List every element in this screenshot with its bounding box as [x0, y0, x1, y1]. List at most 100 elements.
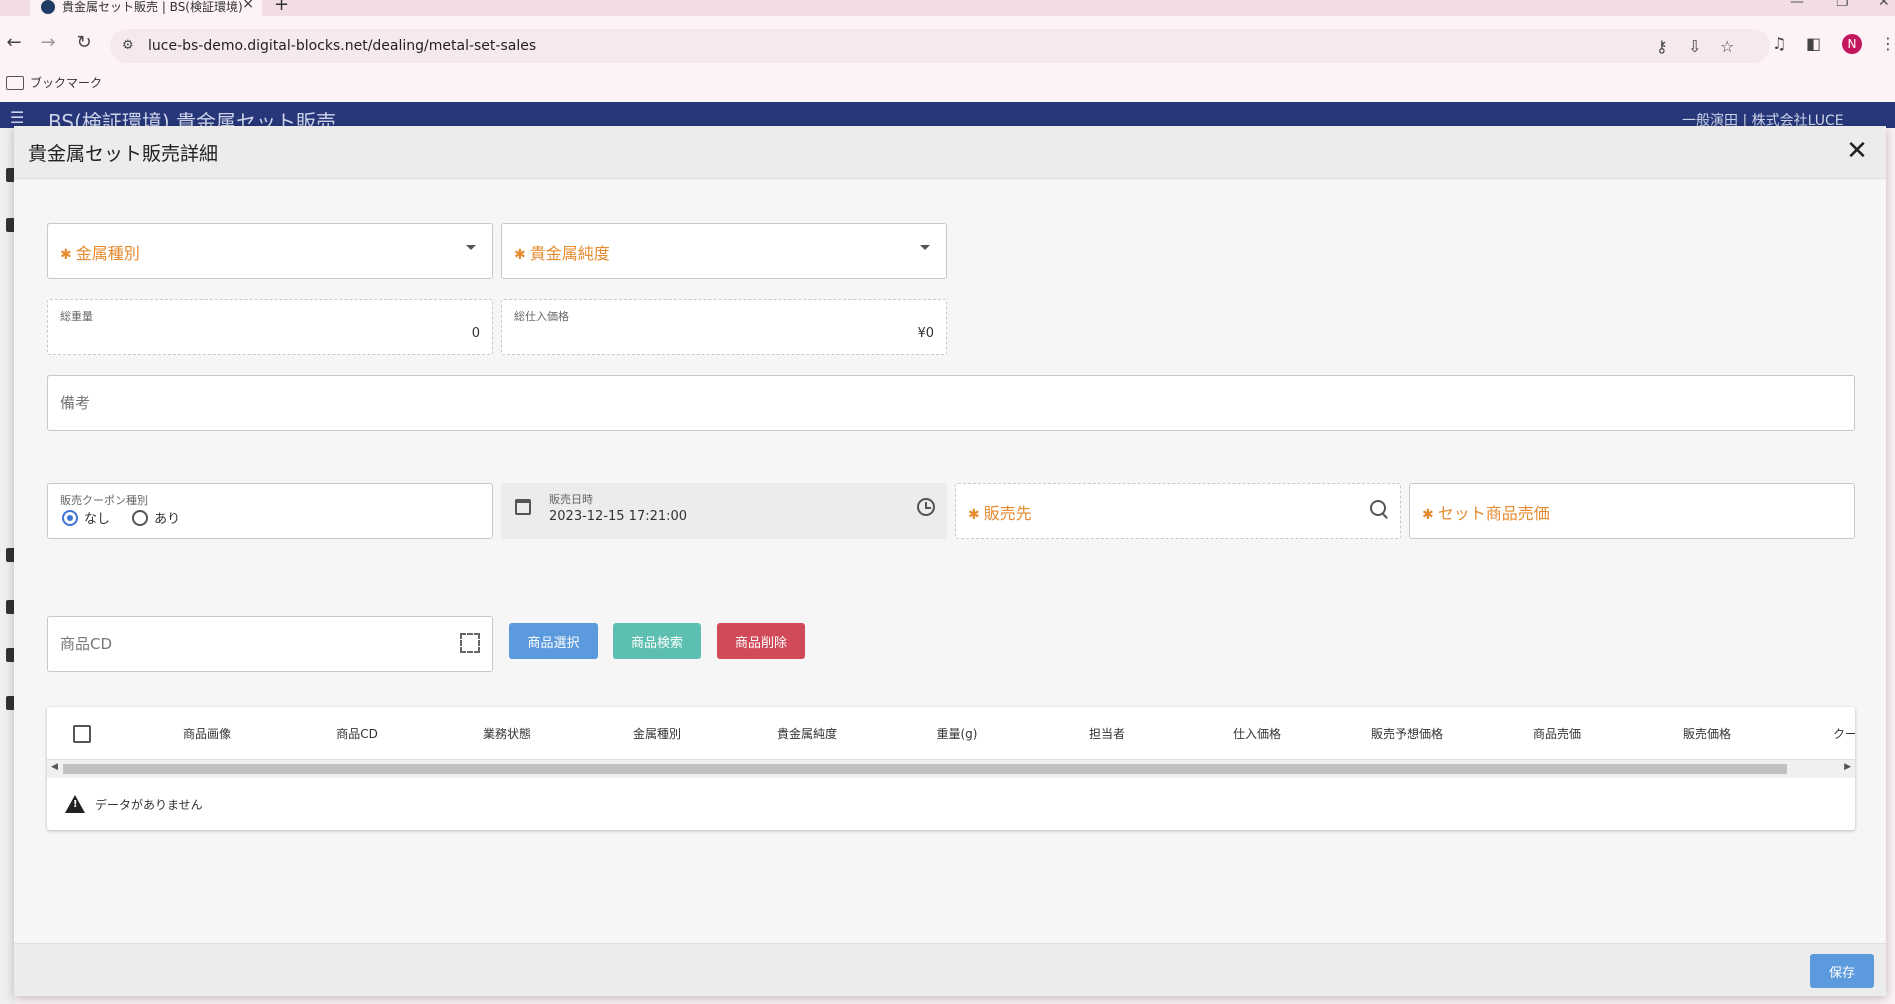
column-header[interactable]: 仕入価格 [1182, 725, 1332, 742]
notes-field[interactable]: 備考 [47, 375, 1855, 431]
horizontal-scrollbar[interactable]: ◀ ▶ [47, 760, 1855, 778]
notes-placeholder: 備考 [60, 394, 91, 412]
bookmarks-bar: ブックマーク [0, 72, 1895, 102]
customer-label: ✱ 販売先 [968, 500, 1032, 524]
close-icon[interactable]: ✕ [1842, 136, 1872, 166]
required-icon: ✱ [60, 247, 72, 263]
browser-toolbar: ← → ↻ ⚙ luce-bs-demo.digital-blocks.net/… [0, 16, 1895, 72]
metal-type-label-text: 金属種別 [75, 244, 140, 263]
scroll-left-icon[interactable]: ◀ [51, 762, 58, 772]
total-weight-field: 総重量 0 [47, 299, 493, 355]
set-price-label: ✱ セット商品売価 [1422, 500, 1550, 524]
coupon-none-radio[interactable] [62, 509, 78, 526]
maximize-icon[interactable]: ❐ [1836, 0, 1849, 10]
required-icon: ✱ [968, 507, 980, 523]
metal-type-label: ✱ 金属種別 [60, 240, 140, 264]
password-key-icon[interactable]: ⚷ [1656, 37, 1668, 56]
tab-title: 貴金属セット販売 | BS(検証環境) [62, 0, 243, 14]
coupon-yes-label[interactable]: あり [154, 512, 180, 527]
coupon-type-label: 販売クーポン種別 [60, 494, 148, 507]
site-favicon-icon [41, 0, 55, 14]
metal-purity-label: ✱ 貴金属純度 [514, 240, 610, 264]
hamburger-menu-icon[interactable]: ☰ [10, 108, 24, 127]
column-header[interactable]: 貴金属純度 [732, 725, 882, 742]
scroll-right-icon[interactable]: ▶ [1844, 762, 1851, 772]
set-price-label-text: セット商品売価 [1437, 504, 1550, 523]
select-product-button[interactable]: 商品選択 [509, 623, 598, 659]
total-weight-value: 0 [471, 326, 480, 341]
profile-avatar[interactable]: N [1842, 34, 1862, 54]
metal-set-sales-detail-dialog: 貴金属セット販売詳細 ✕ ✱ 金属種別 ✱ 貴金属純度 総重量 0 総仕入価格 ¥0… [14, 126, 1886, 996]
metal-type-select[interactable]: ✱ 金属種別 [47, 223, 493, 279]
site-settings-icon[interactable]: ⚙ [122, 38, 134, 53]
install-app-icon[interactable]: ⇩ [1688, 37, 1701, 56]
app-sidebar [0, 128, 16, 1004]
total-weight-label: 総重量 [60, 310, 93, 323]
save-button[interactable]: 保存 [1810, 954, 1874, 988]
folder-icon [6, 76, 24, 90]
column-header[interactable]: 業務状態 [432, 725, 582, 742]
media-controls-icon[interactable]: ♫ [1772, 34, 1786, 53]
column-header[interactable]: 重量(g) [882, 725, 1032, 742]
customer-field[interactable]: ✱ 販売先 [955, 483, 1401, 539]
required-icon: ✱ [1422, 507, 1434, 523]
window-close-icon[interactable]: ✕ [1878, 0, 1890, 10]
select-all-checkbox[interactable] [73, 725, 91, 743]
browser-tabstrip: 貴金属セット販売 | BS(検証環境) × + — ❐ ✕ [0, 0, 1895, 16]
minimize-icon[interactable]: — [1790, 0, 1804, 10]
metal-purity-label-text: 貴金属純度 [529, 244, 610, 263]
required-icon: ✱ [514, 247, 526, 263]
search-icon[interactable] [1370, 500, 1386, 516]
empty-state-message: データがありません [95, 798, 203, 812]
tab-close-icon[interactable]: × [242, 0, 254, 12]
column-header[interactable]: 販売価格 [1632, 725, 1782, 742]
forward-icon[interactable]: → [36, 32, 60, 53]
empty-state-row: データがありません [47, 779, 1855, 829]
sale-datetime-field: 販売日時 2023-12-15 17:21:00 [501, 483, 947, 539]
bookmark-star-icon[interactable]: ☆ [1720, 37, 1734, 56]
bookmark-folder-label[interactable]: ブックマーク [30, 74, 102, 91]
calendar-icon [515, 499, 531, 515]
set-price-field[interactable]: ✱ セット商品売価 [1409, 483, 1855, 539]
reload-icon[interactable]: ↻ [72, 32, 96, 53]
column-header[interactable]: 担当者 [1032, 725, 1182, 742]
coupon-yes-radio[interactable] [132, 509, 149, 526]
back-icon[interactable]: ← [2, 32, 26, 53]
coupon-none-label[interactable]: なし [84, 512, 110, 527]
sale-datetime-value: 2023-12-15 17:21:00 [549, 509, 688, 524]
delete-product-button[interactable]: 商品削除 [717, 623, 805, 659]
dialog-title: 貴金属セット販売詳細 [28, 143, 219, 165]
qr-scan-icon[interactable] [460, 633, 480, 653]
clock-icon [917, 498, 935, 516]
column-header[interactable]: 金属種別 [582, 725, 732, 742]
scrollbar-thumb[interactable] [63, 764, 1787, 774]
address-bar[interactable]: ⚙ luce-bs-demo.digital-blocks.net/dealin… [110, 29, 1770, 63]
column-header[interactable]: 販売予想価格 [1332, 725, 1482, 742]
total-purchase-price-label: 総仕入価格 [514, 310, 569, 323]
search-product-button[interactable]: 商品検索 [613, 623, 701, 659]
sale-datetime-label: 販売日時 [549, 493, 593, 506]
column-header[interactable]: 商品CD [282, 725, 432, 742]
dropdown-arrow-icon[interactable] [920, 245, 930, 250]
dropdown-arrow-icon[interactable] [466, 245, 476, 250]
warning-icon [65, 795, 85, 813]
product-cd-input[interactable]: 商品CD [47, 616, 493, 672]
column-header[interactable]: 商品画像 [132, 725, 282, 742]
column-header[interactable]: 商品売価 [1482, 725, 1632, 742]
browser-menu-icon[interactable]: ⋮ [1880, 34, 1895, 53]
new-tab-icon[interactable]: + [274, 0, 289, 15]
coupon-type-options: なし あり [62, 508, 198, 527]
coupon-type-group: 販売クーポン種別 なし あり [47, 483, 493, 539]
dialog-header: 貴金属セット販売詳細 ✕ [14, 126, 1886, 179]
app-title: BS(検証環境) 貴金属セット販売 [48, 110, 337, 128]
browser-tab[interactable]: 貴金属セット販売 | BS(検証環境) × [30, 0, 262, 16]
app-header: ☰ BS(検証環境) 貴金属セット販売 一般演田 | 株式会社LUCE [0, 102, 1895, 128]
metal-purity-select[interactable]: ✱ 貴金属純度 [501, 223, 947, 279]
table-header: 商品画像 商品CD 業務状態 金属種別 貴金属純度 重量(g) 担当者 仕入価格… [47, 707, 1855, 760]
product-cd-placeholder: 商品CD [60, 635, 113, 653]
side-panel-icon[interactable]: ◧ [1806, 34, 1821, 53]
total-purchase-price-value: ¥0 [917, 326, 934, 341]
products-table: 商品画像 商品CD 業務状態 金属種別 貴金属純度 重量(g) 担当者 仕入価格… [47, 707, 1855, 830]
url-text[interactable]: luce-bs-demo.digital-blocks.net/dealing/… [148, 38, 536, 54]
column-header[interactable]: クーポン [1782, 725, 1855, 742]
